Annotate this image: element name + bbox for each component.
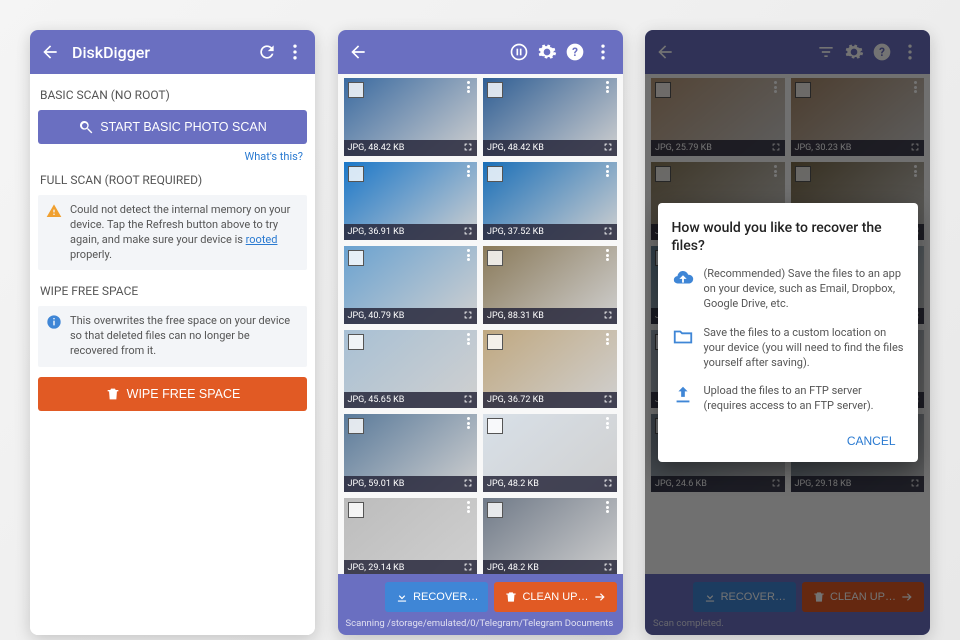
checkbox[interactable] xyxy=(487,82,503,98)
info-icon xyxy=(46,314,62,330)
full-title: FULL SCAN (ROOT REQUIRED) xyxy=(40,173,305,187)
thumbnail[interactable]: JPG, 48.2 KB xyxy=(483,414,617,492)
thumbnail[interactable]: JPG, 88.31 KB xyxy=(483,246,617,324)
cancel-button[interactable]: CANCEL xyxy=(839,428,904,454)
thumbnail[interactable]: JPG, 40.79 KB xyxy=(344,246,478,324)
search-icon xyxy=(78,119,94,135)
screen-dialog: ? JPG, 25.79 KBJPG, 30.23 KBJPG, 36.04 K… xyxy=(645,30,930,635)
checkbox[interactable] xyxy=(348,250,364,266)
refresh-icon[interactable] xyxy=(253,38,281,66)
screen-gallery: ? JPG, 48.42 KB JPG, 48.42 KB JPG, 36.91 K… xyxy=(338,30,623,635)
checkbox[interactable] xyxy=(348,82,364,98)
rooted-link[interactable]: rooted xyxy=(246,233,278,246)
thumb-caption: JPG, 36.91 KB xyxy=(344,224,478,240)
thumb-caption: JPG, 48.42 KB xyxy=(483,140,617,156)
thumbnail[interactable]: JPG, 36.72 KB xyxy=(483,330,617,408)
checkbox[interactable] xyxy=(487,250,503,266)
thumb-overflow-icon[interactable] xyxy=(461,80,475,94)
option-cloud[interactable]: (Recommended) Save the files to an app o… xyxy=(672,267,904,312)
thumbnail[interactable]: JPG, 59.01 KB xyxy=(344,414,478,492)
option-folder[interactable]: Save the files to a custom location on y… xyxy=(672,326,904,371)
option-ftp[interactable]: Upload the files to an FTP server (requi… xyxy=(672,384,904,414)
download-icon xyxy=(395,590,409,604)
back-icon[interactable] xyxy=(36,38,64,66)
checkbox[interactable] xyxy=(348,502,364,518)
trash-icon xyxy=(105,386,121,402)
bottom-bar: RECOVER… CLEAN UP… Scanning /storage/emu… xyxy=(338,574,623,635)
wipe-info: This overwrites the free space on your d… xyxy=(38,306,307,367)
warning-icon xyxy=(46,203,62,219)
whats-this-link[interactable]: What's this? xyxy=(38,150,303,163)
wipe-title: WIPE FREE SPACE xyxy=(40,284,305,298)
thumb-overflow-icon[interactable] xyxy=(601,332,615,346)
cloud-upload-icon xyxy=(672,267,694,289)
checkbox[interactable] xyxy=(487,418,503,434)
checkbox[interactable] xyxy=(487,334,503,350)
root-warning: Could not detect the internal memory on … xyxy=(38,195,307,270)
thumbnail[interactable]: JPG, 37.52 KB xyxy=(483,162,617,240)
overflow-icon[interactable] xyxy=(281,38,309,66)
thumb-overflow-icon[interactable] xyxy=(601,248,615,262)
gallery-content: JPG, 48.42 KB JPG, 48.42 KB JPG, 36.91 KB J… xyxy=(338,74,623,635)
appbar: ? xyxy=(338,30,623,74)
app-title: DiskDigger xyxy=(72,43,253,62)
svg-text:?: ? xyxy=(572,45,578,59)
arrow-right-icon xyxy=(593,590,607,604)
thumb-caption: JPG, 59.01 KB xyxy=(344,476,478,492)
thumb-overflow-icon[interactable] xyxy=(461,416,475,430)
thumbnail[interactable]: JPG, 29.14 KB xyxy=(344,498,478,576)
thumbnail[interactable]: JPG, 36.91 KB xyxy=(344,162,478,240)
thumb-overflow-icon[interactable] xyxy=(601,500,615,514)
thumbnail-grid: JPG, 48.42 KB JPG, 48.42 KB JPG, 36.91 KB J… xyxy=(344,78,617,576)
checkbox[interactable] xyxy=(348,334,364,350)
thumb-caption: JPG, 48.42 KB xyxy=(344,140,478,156)
thumb-caption: JPG, 45.65 KB xyxy=(344,392,478,408)
thumb-overflow-icon[interactable] xyxy=(461,332,475,346)
thumb-overflow-icon[interactable] xyxy=(601,80,615,94)
thumb-caption: JPG, 40.79 KB xyxy=(344,308,478,324)
home-content: BASIC SCAN (NO ROOT) START BASIC PHOTO S… xyxy=(30,74,315,635)
overflow-icon[interactable] xyxy=(589,38,617,66)
checkbox[interactable] xyxy=(348,418,364,434)
thumbnail[interactable]: JPG, 48.42 KB xyxy=(344,78,478,156)
start-scan-button[interactable]: START BASIC PHOTO SCAN xyxy=(38,110,307,144)
back-icon[interactable] xyxy=(344,38,372,66)
thumbnail[interactable]: JPG, 45.65 KB xyxy=(344,330,478,408)
thumb-overflow-icon[interactable] xyxy=(461,500,475,514)
trash-icon xyxy=(504,590,518,604)
appbar: DiskDigger xyxy=(30,30,315,74)
recover-button[interactable]: RECOVER… xyxy=(385,582,488,612)
gear-icon[interactable] xyxy=(533,38,561,66)
screen-home: DiskDigger BASIC SCAN (NO ROOT) START BA… xyxy=(30,30,315,635)
recover-dialog: How would you like to recover the files?… xyxy=(658,203,918,462)
thumb-overflow-icon[interactable] xyxy=(461,248,475,262)
help-icon[interactable]: ? xyxy=(561,38,589,66)
thumb-overflow-icon[interactable] xyxy=(461,164,475,178)
thumb-caption: JPG, 48.2 KB xyxy=(483,476,617,492)
status-text: Scanning /storage/emulated/0/Telegram/Te… xyxy=(344,618,617,631)
thumb-caption: JPG, 37.52 KB xyxy=(483,224,617,240)
wipe-button[interactable]: WIPE FREE SPACE xyxy=(38,377,307,411)
checkbox[interactable] xyxy=(487,502,503,518)
checkbox[interactable] xyxy=(487,166,503,182)
upload-icon xyxy=(672,384,694,406)
dialog-title: How would you like to recover the files? xyxy=(672,219,904,255)
thumbnail[interactable]: JPG, 48.2 KB xyxy=(483,498,617,576)
dialog-scrim[interactable]: How would you like to recover the files?… xyxy=(645,30,930,635)
folder-icon xyxy=(672,326,694,348)
thumbnail[interactable]: JPG, 48.42 KB xyxy=(483,78,617,156)
thumb-overflow-icon[interactable] xyxy=(601,416,615,430)
thumb-caption: JPG, 88.31 KB xyxy=(483,308,617,324)
checkbox[interactable] xyxy=(348,166,364,182)
basic-title: BASIC SCAN (NO ROOT) xyxy=(40,88,305,102)
pause-icon[interactable] xyxy=(505,38,533,66)
thumb-caption: JPG, 36.72 KB xyxy=(483,392,617,408)
thumb-overflow-icon[interactable] xyxy=(601,164,615,178)
cleanup-button[interactable]: CLEAN UP… xyxy=(494,582,616,612)
